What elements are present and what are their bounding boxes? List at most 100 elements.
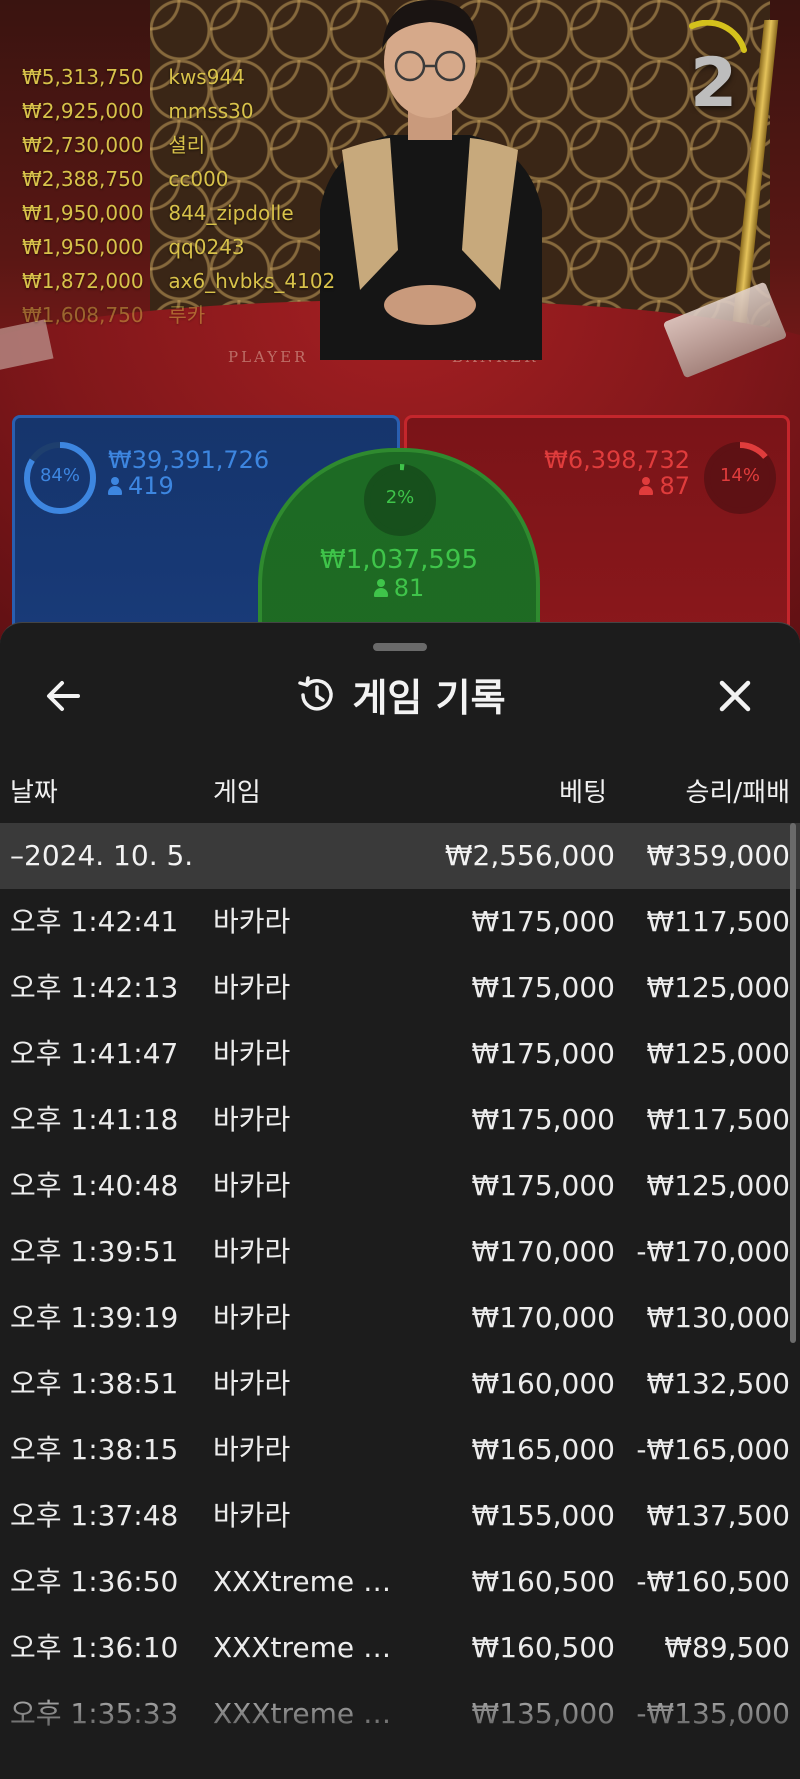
row-result: ₩125,000 [646, 971, 790, 1004]
row-result: -₩160,500 [636, 1565, 790, 1598]
row-result: ₩125,000 [646, 1169, 790, 1202]
scrollbar[interactable] [790, 823, 796, 1343]
row-game: 바카라 [213, 1169, 291, 1202]
row-time: 오후 1:40:48 [10, 1169, 179, 1202]
banker-bettor-count: 87 [639, 472, 690, 500]
history-row[interactable]: 오후 1:42:13 바카라 ₩175,000 ₩125,000 [0, 955, 800, 1021]
row-result: ₩89,500 [664, 1631, 790, 1664]
date-group-row[interactable]: –2024. 10. 5. ₩2,556,000 ₩359,000 [0, 823, 800, 889]
row-time: 오후 1:36:50 [10, 1565, 179, 1598]
row-result: ₩117,500 [646, 1103, 790, 1136]
player-bettor-count: 419 [108, 472, 174, 500]
date-group-result: ₩359,000 [646, 839, 790, 872]
row-game: 바카라 [213, 971, 291, 1004]
winner-row: ₩1,608,750 루카 [22, 303, 206, 327]
row-bet: ₩175,000 [471, 1103, 615, 1136]
row-bet: ₩175,000 [471, 971, 615, 1004]
game-history-sheet: 게임 기록 날짜 게임 베팅 승리/패배 –2024. 10. 5. ₩2,55… [0, 622, 800, 1779]
row-time: 오후 1:37:48 [10, 1499, 179, 1532]
row-result: -₩165,000 [636, 1433, 790, 1466]
row-time: 오후 1:38:15 [10, 1433, 179, 1466]
tie-bet-amount: ₩1,037,595 [319, 545, 479, 575]
player-percent: 84% [39, 465, 80, 486]
row-game: 바카라 [213, 1103, 291, 1136]
tie-bettor-count: 81 [258, 574, 540, 602]
row-game: 바카라 [213, 1235, 291, 1268]
banker-percent: 14% [719, 465, 760, 486]
column-header-game: 게임 [213, 778, 261, 808]
row-bet: ₩175,000 [471, 1169, 615, 1202]
banker-bet-amount: ₩6,398,732 [544, 446, 690, 474]
winner-row: ₩1,872,000 ax6_hvbks_4102 [22, 269, 336, 293]
row-game: 바카라 [213, 1433, 291, 1466]
person-icon [639, 477, 654, 495]
row-game: 바카라 [213, 1499, 291, 1532]
history-row[interactable]: 오후 1:39:19 바카라 ₩170,000 ₩130,000 [0, 1285, 800, 1351]
row-time: 오후 1:42:13 [10, 971, 179, 1004]
page-title: 게임 기록 [352, 676, 506, 720]
winner-row: ₩2,925,000 mmss30 [22, 99, 254, 123]
row-bet: ₩160,000 [471, 1367, 615, 1400]
history-row[interactable]: 오후 1:40:48 바카라 ₩175,000 ₩125,000 [0, 1153, 800, 1219]
column-header-date: 날짜 [10, 778, 58, 808]
history-row[interactable]: 오후 1:42:41 바카라 ₩175,000 ₩117,500 [0, 889, 800, 955]
row-bet: ₩175,000 [471, 1037, 615, 1070]
row-bet: ₩175,000 [471, 905, 615, 938]
drag-handle[interactable] [373, 643, 427, 651]
row-time: 오후 1:41:47 [10, 1037, 179, 1070]
history-row[interactable]: 오후 1:39:51 바카라 ₩170,000 -₩170,000 [0, 1219, 800, 1285]
history-row[interactable]: 오후 1:41:47 바카라 ₩175,000 ₩125,000 [0, 1021, 800, 1087]
row-time: 오후 1:39:51 [10, 1235, 179, 1268]
row-time: 오후 1:39:19 [10, 1301, 179, 1334]
row-game: XXXtreme 라... [213, 1697, 413, 1730]
row-bet: ₩165,000 [471, 1433, 615, 1466]
person-icon [373, 579, 388, 597]
row-bet: ₩170,000 [471, 1301, 615, 1334]
row-time: 오후 1:41:18 [10, 1103, 179, 1136]
row-result: ₩125,000 [646, 1037, 790, 1070]
tie-percent: 2% [385, 487, 415, 508]
row-game: 바카라 [213, 1301, 291, 1334]
winner-row: ₩1,950,000 844_zipdolle [22, 201, 294, 225]
history-row[interactable]: 오후 1:38:15 바카라 ₩165,000 -₩165,000 [0, 1417, 800, 1483]
row-game: 바카라 [213, 1367, 291, 1400]
column-header-bet: 베팅 [559, 778, 607, 808]
row-game: 바카라 [213, 905, 291, 938]
history-row[interactable]: 오후 1:35:33 XXXtreme 라... ₩135,000 -₩135,000 [0, 1681, 800, 1747]
date-group-date: –2024. 10. 5. [10, 839, 194, 872]
row-game: XXXtreme 라... [213, 1631, 413, 1664]
history-row[interactable]: 오후 1:41:18 바카라 ₩175,000 ₩117,500 [0, 1087, 800, 1153]
row-result: ₩132,500 [646, 1367, 790, 1400]
row-result: -₩170,000 [636, 1235, 790, 1268]
row-bet: ₩160,500 [471, 1565, 615, 1598]
player-bet-amount: ₩39,391,726 [108, 446, 270, 474]
history-list: –2024. 10. 5. ₩2,556,000 ₩359,000 오후 1:4… [0, 823, 800, 1779]
row-time: 오후 1:35:33 [10, 1697, 179, 1730]
column-header-result: 승리/패배 [685, 778, 790, 808]
winner-row: ₩1,950,000 qq0243 [22, 235, 245, 259]
round-number: 2 [690, 44, 738, 123]
row-game: 바카라 [213, 1037, 291, 1070]
history-row[interactable]: 오후 1:38:51 바카라 ₩160,000 ₩132,500 [0, 1351, 800, 1417]
row-game: XXXtreme 라... [213, 1565, 413, 1598]
row-bet: ₩170,000 [471, 1235, 615, 1268]
row-result: ₩117,500 [646, 905, 790, 938]
row-bet: ₩160,500 [471, 1631, 615, 1664]
row-result: -₩135,000 [636, 1697, 790, 1730]
row-bet: ₩155,000 [471, 1499, 615, 1532]
history-row[interactable]: 오후 1:36:50 XXXtreme 라... ₩160,500 -₩160,500 [0, 1549, 800, 1615]
row-time: 오후 1:42:41 [10, 905, 179, 938]
row-time: 오후 1:38:51 [10, 1367, 179, 1400]
row-result: ₩137,500 [646, 1499, 790, 1532]
close-icon [719, 680, 751, 712]
winner-row: ₩5,313,750 kws944 [22, 65, 245, 89]
history-clock-icon [298, 675, 334, 711]
row-bet: ₩135,000 [471, 1697, 615, 1730]
history-row[interactable]: 오후 1:37:48 바카라 ₩155,000 ₩137,500 [0, 1483, 800, 1549]
winners-list: ₩5,313,750 kws944 ₩2,925,000 mmss30 ₩2,7… [22, 60, 335, 332]
date-group-bet: ₩2,556,000 [444, 839, 615, 872]
history-row[interactable]: 오후 1:36:10 XXXtreme 라... ₩160,500 ₩89,500 [0, 1615, 800, 1681]
winner-row: ₩2,388,750 cc000 [22, 167, 229, 191]
row-result: ₩130,000 [646, 1301, 790, 1334]
close-button[interactable] [710, 671, 760, 721]
